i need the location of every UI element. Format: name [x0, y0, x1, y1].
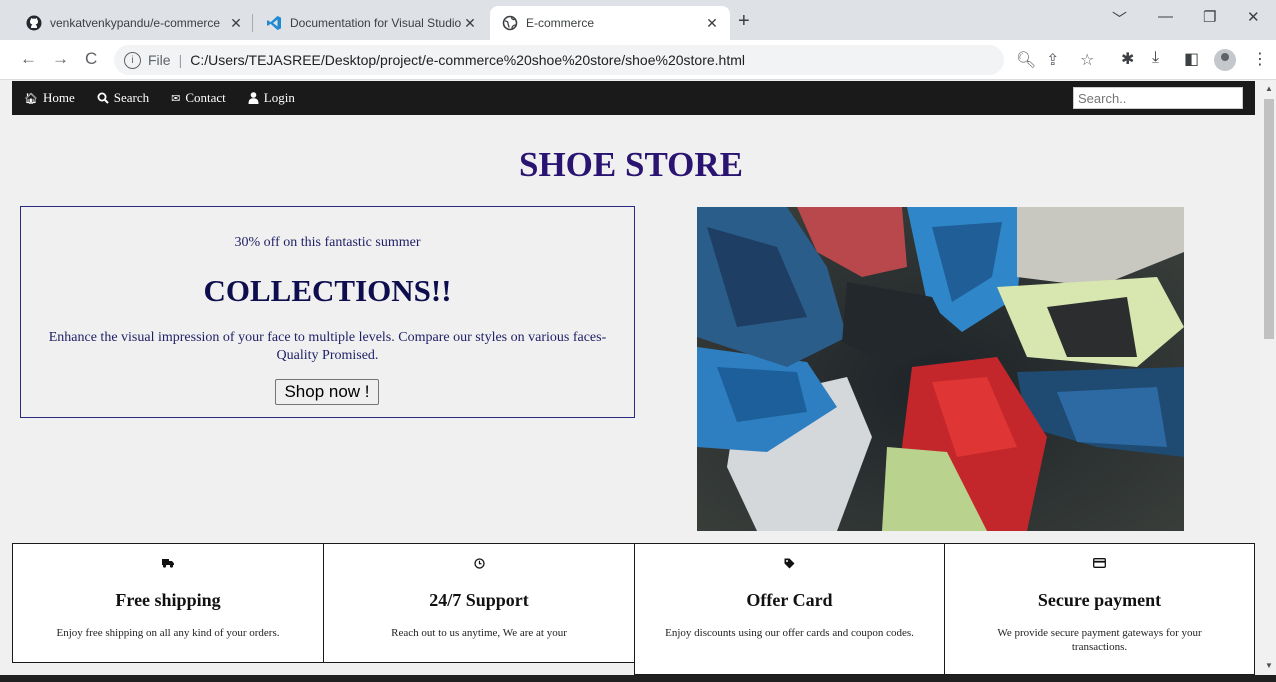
url-scheme: File: [148, 52, 171, 68]
feature-description: We provide secure payment gateways for y…: [997, 627, 1202, 653]
nav-contact-label: Contact: [185, 90, 226, 105]
zoom-icon[interactable]: 🔍︎: [1016, 50, 1036, 70]
tab-github[interactable]: venkatvenkypandu/e-commerce ✕: [14, 6, 254, 40]
profile-avatar-icon[interactable]: [1214, 49, 1236, 71]
feature-description: Enjoy free shipping on all any kind of y…: [56, 627, 280, 639]
scroll-up-arrow-icon[interactable]: ▲: [1265, 84, 1273, 93]
envelope-icon: ✉: [171, 92, 181, 105]
url-text[interactable]: C:/Users/TEJASREE/Desktop/project/e-comm…: [190, 52, 745, 68]
feature-description: Reach out to us anytime, We are at your: [391, 627, 567, 639]
site-navbar: 🏠︎ Home Search ✉ Contact Login: [12, 81, 1255, 115]
download-icon[interactable]: ⤓: [1152, 49, 1159, 67]
tab-separator: [252, 14, 253, 32]
nav-home[interactable]: 🏠︎ Home: [24, 90, 75, 106]
tab-title: Documentation for Visual Studio: [290, 16, 462, 30]
tab-search-chevron-icon[interactable]: ﹀: [1112, 8, 1127, 29]
feature-card: Free shipping Enjoy free shipping on all…: [12, 543, 324, 663]
feature-card: 24/7 Support Reach out to us anytime, We…: [323, 543, 635, 663]
tab-title: venkatvenkypandu/e-commerce: [50, 16, 221, 30]
nav-login[interactable]: Login: [248, 90, 295, 106]
window-close-icon[interactable]: ✕: [1247, 8, 1260, 26]
site-search-input[interactable]: [1073, 87, 1243, 109]
github-icon: [26, 15, 42, 31]
page-viewport: 🏠︎ Home Search ✉ Contact Login SHOE STOR…: [0, 81, 1262, 675]
browser-toolbar: ← → C i File | C:/Users/TEJASREE/Desktop…: [0, 40, 1276, 80]
feature-title: Free shipping: [115, 590, 221, 610]
menu-kebab-icon[interactable]: ⋮: [1252, 49, 1268, 69]
new-tab-plus-icon[interactable]: +: [738, 10, 750, 33]
user-icon: [248, 92, 259, 104]
credit-card-icon: [945, 558, 1254, 571]
close-icon[interactable]: ✕: [704, 15, 720, 32]
minimize-icon[interactable]: —: [1158, 8, 1173, 25]
close-icon[interactable]: ✕: [228, 15, 244, 32]
feature-title: Offer Card: [746, 590, 833, 610]
feature-description: Enjoy discounts using our offer cards an…: [665, 627, 914, 639]
nav-home-label: Home: [42, 90, 75, 105]
promo-headline: COLLECTIONS!!: [203, 273, 452, 308]
tab-vscode-docs[interactable]: Documentation for Visual Studio ✕: [254, 6, 488, 40]
clock-icon: [324, 558, 634, 572]
feature-card: Secure payment We provide secure payment…: [944, 543, 1255, 675]
feature-title: 24/7 Support: [429, 590, 529, 610]
url-divider: |: [178, 52, 183, 68]
promo-lead: 30% off on this fantastic summer: [234, 235, 421, 250]
page-scrollbar[interactable]: ▲ ▼: [1262, 81, 1276, 675]
info-icon[interactable]: i: [124, 51, 141, 69]
back-arrow-icon[interactable]: ←: [20, 49, 37, 69]
feature-title: Secure payment: [1037, 590, 1162, 610]
page-title: SHOE STORE: [518, 145, 744, 184]
globe-icon: [502, 15, 518, 31]
shop-now-button[interactable]: Shop now !: [275, 379, 379, 405]
nav-search-label: Search: [113, 90, 150, 105]
tab-strip: venkatvenkypandu/e-commerce ✕ Documentat…: [0, 0, 1276, 40]
address-bar[interactable]: i File | C:/Users/TEJASREE/Desktop/proje…: [114, 45, 1004, 75]
nav-search[interactable]: Search: [97, 90, 149, 106]
home-icon: 🏠︎: [24, 92, 38, 105]
tag-icon: [635, 558, 944, 572]
scroll-down-arrow-icon[interactable]: ▼: [1265, 661, 1273, 670]
reload-icon[interactable]: C: [85, 49, 97, 69]
promo-box: 30% off on this fantastic summer COLLECT…: [20, 206, 635, 418]
scrollbar-thumb[interactable]: [1264, 99, 1274, 339]
nav-login-label: Login: [263, 90, 295, 105]
tab-ecommerce[interactable]: E-commerce ✕: [490, 6, 730, 40]
vscode-icon: [267, 16, 281, 30]
bookmark-star-icon[interactable]: ☆: [1080, 50, 1094, 70]
hero-sneakers-image[interactable]: [697, 207, 1184, 531]
restore-icon[interactable]: ❐: [1203, 8, 1216, 26]
promo-description: Enhance the visual impression of your fa…: [48, 330, 607, 363]
side-panel-icon[interactable]: ◧: [1184, 49, 1199, 69]
features-row: Free shipping Enjoy free shipping on all…: [12, 543, 1255, 675]
truck-icon: [13, 558, 323, 571]
nav-contact[interactable]: ✉ Contact: [171, 90, 226, 106]
tab-title: E-commerce: [526, 16, 595, 30]
search-icon: [97, 92, 109, 104]
feature-card: Offer Card Enjoy discounts using our off…: [634, 543, 945, 675]
forward-arrow-icon[interactable]: →: [52, 49, 69, 69]
share-icon[interactable]: ⇪: [1046, 50, 1059, 70]
close-icon[interactable]: ✕: [462, 15, 478, 32]
extensions-puzzle-icon[interactable]: ✱: [1121, 49, 1134, 69]
os-taskbar: [0, 675, 1276, 682]
